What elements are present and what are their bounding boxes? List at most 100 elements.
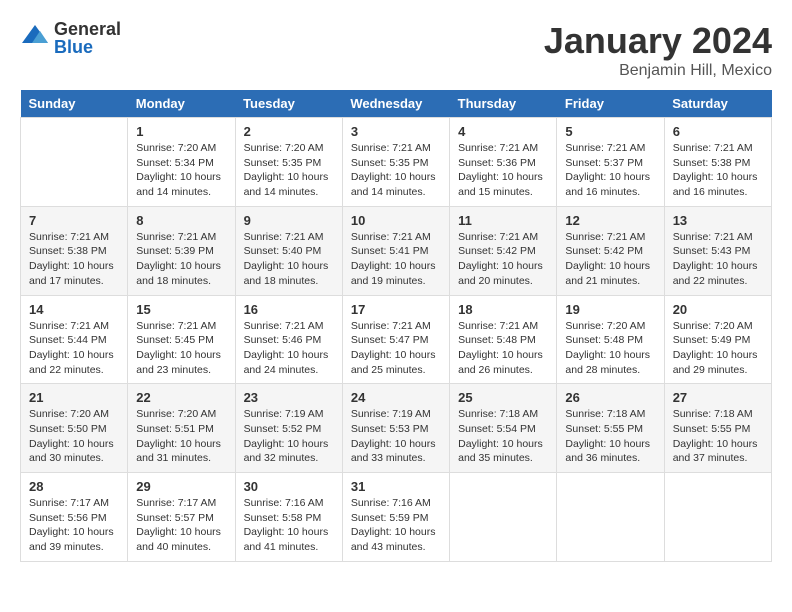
calendar-day-cell: 29Sunrise: 7:17 AMSunset: 5:57 PMDayligh… — [128, 473, 235, 562]
day-number: 7 — [29, 213, 119, 228]
day-number: 30 — [244, 479, 334, 494]
calendar-day-cell: 1 Sunrise: 7:20 AMSunset: 5:34 PMDaylight… — [128, 118, 235, 207]
day-info: Sunrise: 7:20 AMSunset: 5:51 PMDaylight:… — [136, 407, 226, 466]
day-info: Sunrise: 7:16 AMSunset: 5:59 PMDaylight:… — [351, 496, 441, 555]
day-number: 29 — [136, 479, 226, 494]
day-info: Sunrise: 7:21 AMSunset: 5:38 PMDaylight:… — [673, 141, 763, 200]
day-number: 2 — [244, 124, 334, 139]
calendar-week-row: 7 Sunrise: 7:21 AMSunset: 5:38 PMDaylight… — [21, 206, 772, 295]
calendar-day-cell: 17Sunrise: 7:21 AMSunset: 5:47 PMDayligh… — [342, 295, 449, 384]
day-info: Sunrise: 7:20 AMSunset: 5:34 PMDaylight:… — [136, 141, 226, 200]
calendar-day-cell — [557, 473, 664, 562]
calendar-header: SundayMondayTuesdayWednesdayThursdayFrid… — [21, 90, 772, 118]
day-info: Sunrise: 7:18 AMSunset: 5:55 PMDaylight:… — [673, 407, 763, 466]
calendar-week-row: 14Sunrise: 7:21 AMSunset: 5:44 PMDayligh… — [21, 295, 772, 384]
calendar-header-row: SundayMondayTuesdayWednesdayThursdayFrid… — [21, 90, 772, 118]
day-number: 4 — [458, 124, 548, 139]
day-number: 31 — [351, 479, 441, 494]
day-number: 26 — [565, 390, 655, 405]
day-info: Sunrise: 7:16 AMSunset: 5:58 PMDaylight:… — [244, 496, 334, 555]
calendar-day-cell: 28 Sunrise: 7:17 AMSunset: 5:56 PMDayligh… — [21, 473, 128, 562]
day-info: Sunrise: 7:21 AMSunset: 5:39 PMDaylight:… — [136, 230, 226, 289]
calendar-day-cell: 4 Sunrise: 7:21 AMSunset: 5:36 PMDaylight… — [450, 118, 557, 207]
logo-blue-text: Blue — [54, 38, 121, 56]
day-number: 3 — [351, 124, 441, 139]
title-section: January 2024 Benjamin Hill, Mexico — [544, 20, 772, 80]
calendar-day-cell: 22 Sunrise: 7:20 AMSunset: 5:51 PMDayligh… — [128, 384, 235, 473]
calendar-day-cell: 30 Sunrise: 7:16 AMSunset: 5:58 PMDayligh… — [235, 473, 342, 562]
logo-text: General Blue — [54, 20, 121, 56]
calendar-week-row: 1 Sunrise: 7:20 AMSunset: 5:34 PMDaylight… — [21, 118, 772, 207]
day-info: Sunrise: 7:21 AMSunset: 5:43 PMDaylight:… — [673, 230, 763, 289]
calendar-header-cell: Tuesday — [235, 90, 342, 118]
page-header: General Blue January 2024 Benjamin Hill,… — [20, 20, 772, 80]
calendar-header-cell: Thursday — [450, 90, 557, 118]
day-number: 5 — [565, 124, 655, 139]
calendar-day-cell: 21 Sunrise: 7:20 AMSunset: 5:50 PMDayligh… — [21, 384, 128, 473]
day-info: Sunrise: 7:21 AMSunset: 5:36 PMDaylight:… — [458, 141, 548, 200]
calendar-day-cell: 12 Sunrise: 7:21 AMSunset: 5:42 PMDayligh… — [557, 206, 664, 295]
day-info: Sunrise: 7:21 AMSunset: 5:40 PMDaylight:… — [244, 230, 334, 289]
day-number: 16 — [244, 302, 334, 317]
calendar-day-cell: 8Sunrise: 7:21 AMSunset: 5:39 PMDaylight… — [128, 206, 235, 295]
day-number: 12 — [565, 213, 655, 228]
day-info: Sunrise: 7:17 AMSunset: 5:56 PMDaylight:… — [29, 496, 119, 555]
day-info: Sunrise: 7:21 AMSunset: 5:42 PMDaylight:… — [565, 230, 655, 289]
day-info: Sunrise: 7:18 AMSunset: 5:54 PMDaylight:… — [458, 407, 548, 466]
day-number: 1 — [136, 124, 226, 139]
day-info: Sunrise: 7:21 AMSunset: 5:48 PMDaylight:… — [458, 319, 548, 378]
day-number: 15 — [136, 302, 226, 317]
calendar-day-cell: 25 Sunrise: 7:18 AMSunset: 5:54 PMDayligh… — [450, 384, 557, 473]
logo-icon — [20, 23, 50, 53]
calendar-day-cell: 26 Sunrise: 7:18 AMSunset: 5:55 PMDayligh… — [557, 384, 664, 473]
day-number: 22 — [136, 390, 226, 405]
calendar-day-cell: 18Sunrise: 7:21 AMSunset: 5:48 PMDayligh… — [450, 295, 557, 384]
calendar-day-cell: 31 Sunrise: 7:16 AMSunset: 5:59 PMDayligh… — [342, 473, 449, 562]
day-info: Sunrise: 7:21 AMSunset: 5:35 PMDaylight:… — [351, 141, 441, 200]
day-info: Sunrise: 7:20 AMSunset: 5:35 PMDaylight:… — [244, 141, 334, 200]
day-number: 20 — [673, 302, 763, 317]
calendar-day-cell: 14Sunrise: 7:21 AMSunset: 5:44 PMDayligh… — [21, 295, 128, 384]
day-number: 21 — [29, 390, 119, 405]
calendar-day-cell: 9 Sunrise: 7:21 AMSunset: 5:40 PMDaylight… — [235, 206, 342, 295]
calendar-day-cell: 15 Sunrise: 7:21 AMSunset: 5:45 PMDayligh… — [128, 295, 235, 384]
day-number: 10 — [351, 213, 441, 228]
calendar-week-row: 21 Sunrise: 7:20 AMSunset: 5:50 PMDayligh… — [21, 384, 772, 473]
day-number: 27 — [673, 390, 763, 405]
day-number: 24 — [351, 390, 441, 405]
calendar-day-cell: 3 Sunrise: 7:21 AMSunset: 5:35 PMDaylight… — [342, 118, 449, 207]
day-info: Sunrise: 7:21 AMSunset: 5:45 PMDaylight:… — [136, 319, 226, 378]
location: Benjamin Hill, Mexico — [544, 62, 772, 80]
calendar-day-cell: 11 Sunrise: 7:21 AMSunset: 5:42 PMDayligh… — [450, 206, 557, 295]
day-number: 23 — [244, 390, 334, 405]
day-info: Sunrise: 7:20 AMSunset: 5:48 PMDaylight:… — [565, 319, 655, 378]
day-info: Sunrise: 7:18 AMSunset: 5:55 PMDaylight:… — [565, 407, 655, 466]
day-info: Sunrise: 7:19 AMSunset: 5:52 PMDaylight:… — [244, 407, 334, 466]
day-number: 6 — [673, 124, 763, 139]
calendar-day-cell — [664, 473, 771, 562]
calendar-header-cell: Friday — [557, 90, 664, 118]
day-number: 11 — [458, 213, 548, 228]
calendar-day-cell: 27 Sunrise: 7:18 AMSunset: 5:55 PMDayligh… — [664, 384, 771, 473]
calendar-table: SundayMondayTuesdayWednesdayThursdayFrid… — [20, 90, 772, 562]
day-info: Sunrise: 7:19 AMSunset: 5:53 PMDaylight:… — [351, 407, 441, 466]
day-number: 28 — [29, 479, 119, 494]
day-info: Sunrise: 7:21 AMSunset: 5:46 PMDaylight:… — [244, 319, 334, 378]
day-number: 19 — [565, 302, 655, 317]
calendar-day-cell: 23 Sunrise: 7:19 AMSunset: 5:52 PMDayligh… — [235, 384, 342, 473]
calendar-day-cell — [21, 118, 128, 207]
calendar-body: 1 Sunrise: 7:20 AMSunset: 5:34 PMDaylight… — [21, 118, 772, 562]
day-info: Sunrise: 7:21 AMSunset: 5:44 PMDaylight:… — [29, 319, 119, 378]
day-info: Sunrise: 7:21 AMSunset: 5:38 PMDaylight:… — [29, 230, 119, 289]
logo-general-text: General — [54, 20, 121, 38]
calendar-header-cell: Saturday — [664, 90, 771, 118]
day-number: 25 — [458, 390, 548, 405]
calendar-day-cell: 24 Sunrise: 7:19 AMSunset: 5:53 PMDayligh… — [342, 384, 449, 473]
day-number: 9 — [244, 213, 334, 228]
day-info: Sunrise: 7:20 AMSunset: 5:50 PMDaylight:… — [29, 407, 119, 466]
calendar-day-cell: 20Sunrise: 7:20 AMSunset: 5:49 PMDayligh… — [664, 295, 771, 384]
day-info: Sunrise: 7:21 AMSunset: 5:42 PMDaylight:… — [458, 230, 548, 289]
calendar-header-cell: Sunday — [21, 90, 128, 118]
calendar-day-cell: 6 Sunrise: 7:21 AMSunset: 5:38 PMDaylight… — [664, 118, 771, 207]
calendar-day-cell: 13Sunrise: 7:21 AMSunset: 5:43 PMDayligh… — [664, 206, 771, 295]
